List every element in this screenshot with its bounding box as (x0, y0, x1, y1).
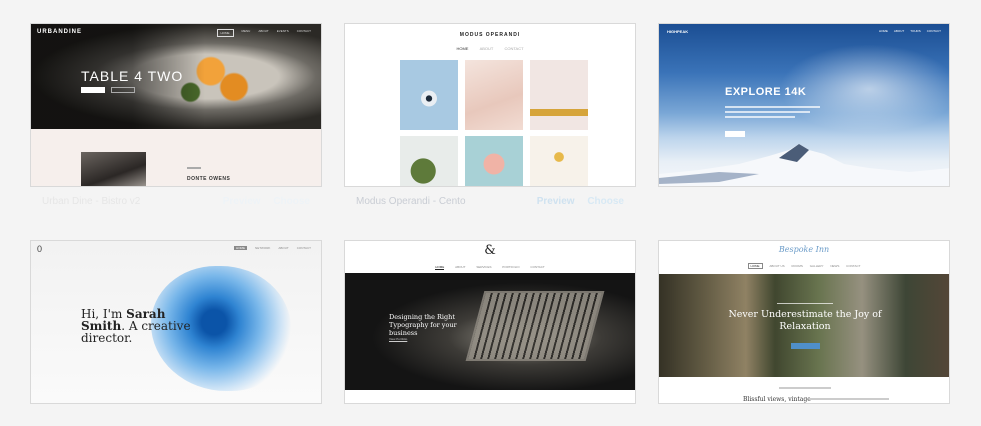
nav-item: HOME (456, 46, 469, 51)
nav-item: SERVICES (476, 265, 492, 269)
gallery-tile (530, 60, 588, 130)
nav-item: GALLERY (809, 264, 824, 268)
template-card-modus-operandi[interactable]: MODUS OPERANDI HOME ABOUT CONTACT (344, 23, 636, 187)
nav-item: MENU (241, 29, 251, 33)
template-name: Modus Operandi - Cento (356, 195, 466, 207)
site-nav: HOME ABOUT TOURS CONTACT (879, 29, 941, 33)
nav-item: NEWS (830, 264, 840, 268)
type-tray-graphic (465, 291, 605, 361)
nav-item: ROOMS (791, 264, 803, 268)
nav-item: CONTACT (846, 264, 861, 268)
card-caption: Modus Operandi - Cento Preview Choose (344, 188, 636, 214)
hero-headline: Designing the Right Typography for your … (389, 313, 457, 337)
nav-item: NETWORK (255, 246, 271, 250)
template-card-urbandine[interactable]: URBANDINE HOME MENU ABOUT EVENTS CONTACT… (30, 23, 322, 187)
site-nav: HOME ABOUT US ROOMS GALLERY NEWS CONTACT (659, 263, 949, 269)
gallery-tile (530, 136, 588, 186)
hero-title: TABLE 4 TWO (81, 68, 184, 84)
text-line (777, 303, 833, 304)
site-logo: 0 (37, 244, 43, 254)
nav-item: ABOUT (455, 265, 466, 269)
section-subtitle: Blissful views, vintage (743, 396, 811, 403)
gallery-tile (465, 60, 523, 130)
hero-button-outline (111, 87, 135, 93)
nav-item: EVENTS (276, 29, 289, 33)
nav-item: ABOUT (278, 246, 289, 250)
nav-item: CONTACT (504, 46, 524, 51)
nav-item: CONTACT (296, 29, 311, 33)
site-logo: HIGHPEAK (667, 29, 689, 34)
card-caption: Urban Dine - Bistro v2 Preview Choose (30, 188, 322, 214)
nav-item: HOME (234, 246, 248, 250)
gallery-tile (465, 136, 523, 186)
text-line (809, 398, 889, 400)
nav-item: CONTACT (296, 246, 311, 250)
template-card-typography[interactable]: & HOME ABOUT SERVICES PORTFOLIO CONTACT … (344, 240, 636, 404)
hero-title: EXPLORE 14K (725, 86, 807, 98)
site-nav: HOME ABOUT SERVICES PORTFOLIO CONTACT (345, 265, 635, 270)
template-card-sarah-smith[interactable]: 0 HOME NETWORK ABOUT CONTACT Hi, I'm Sar… (30, 240, 322, 404)
site-logo: & (484, 243, 496, 258)
text-line (725, 111, 810, 113)
hero-link: View Portfolio (389, 337, 408, 341)
site-nav: HOME ABOUT CONTACT (345, 46, 635, 51)
choose-link[interactable]: Choose (587, 196, 624, 207)
nav-item: HOME (747, 263, 763, 269)
nav-item: ABOUT US (769, 264, 785, 268)
mountain-image (659, 144, 949, 186)
nav-item: ABOUT (258, 29, 269, 33)
nav-item: CONTACT (926, 29, 941, 33)
gallery-tile (400, 60, 458, 130)
site-nav: HOME MENU ABOUT EVENTS CONTACT (216, 29, 311, 37)
text-line (725, 106, 820, 108)
template-card-highpeak[interactable]: HIGHPEAK HOME ABOUT TOURS CONTACT EXPLOR… (658, 23, 950, 187)
choose-link[interactable]: Choose (273, 196, 310, 207)
nav-item: ABOUT (893, 29, 905, 33)
nav-item: HOME (435, 265, 445, 270)
gallery-tile (400, 136, 458, 186)
hero-button (725, 131, 745, 137)
text-line (725, 116, 795, 118)
site-nav: HOME NETWORK ABOUT CONTACT (234, 246, 311, 250)
hero-headline: Never Underestimate the Joy of Relaxatio… (728, 309, 882, 332)
chef-photo (81, 152, 146, 186)
hero-headline: Hi, I'm Sarah Smith. A creative director… (81, 308, 201, 344)
chef-name: DONTE OWENS (187, 176, 231, 182)
template-card-bespoke-inn[interactable]: Bespoke Inn HOME ABOUT US ROOMS GALLERY … (658, 240, 950, 404)
nav-item: HOME (216, 29, 234, 37)
text-line (779, 387, 831, 389)
nav-item: PORTFOLIO (502, 265, 520, 269)
text-line (187, 167, 201, 169)
preview-link[interactable]: Preview (223, 196, 261, 207)
hero-button (791, 343, 820, 349)
site-brand: MODUS OPERANDI (459, 32, 521, 38)
preview-link[interactable]: Preview (537, 196, 575, 207)
hero-button (81, 87, 105, 93)
nav-item: HOME (878, 29, 888, 33)
about-section (31, 129, 321, 186)
site-logo: Bespoke Inn (778, 245, 830, 254)
template-name: Urban Dine - Bistro v2 (42, 195, 141, 207)
nav-item: CONTACT (530, 265, 545, 269)
nav-item: TOURS (910, 29, 921, 33)
nav-item: ABOUT (479, 46, 494, 51)
site-logo: URBANDINE (37, 29, 82, 35)
